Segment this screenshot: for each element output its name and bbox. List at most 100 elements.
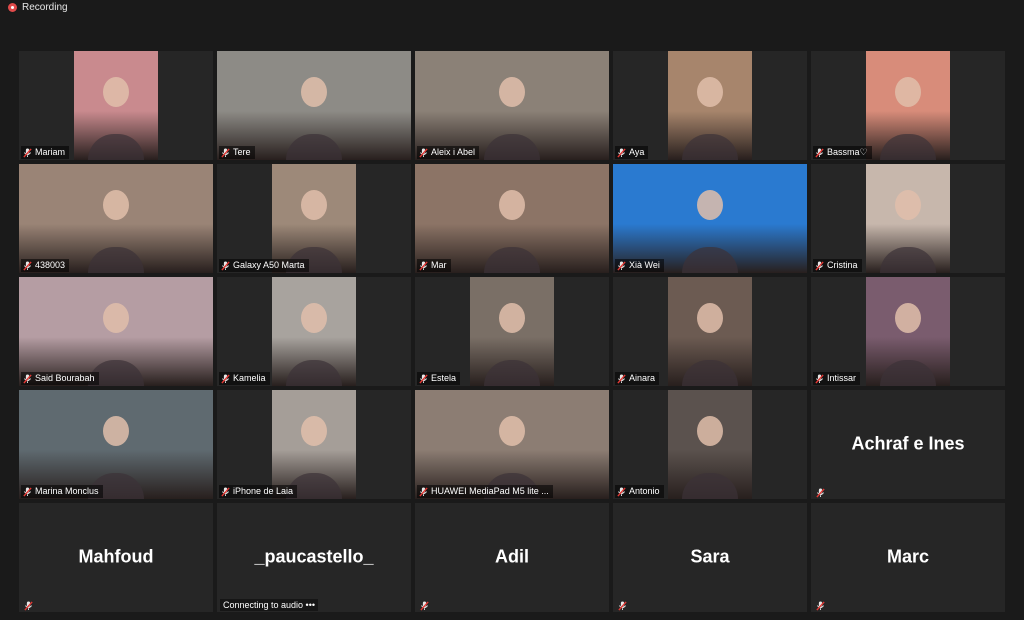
participant-shoulders (682, 360, 738, 386)
participant-silhouette (301, 416, 327, 447)
participant-video (272, 390, 356, 499)
participant-name: HUAWEI MediaPad M5 lite ... (431, 486, 549, 496)
participant-tile[interactable]: Achraf e Ines (811, 390, 1005, 499)
participant-shoulders (286, 360, 342, 386)
participant-tile[interactable]: 438003 (19, 164, 213, 273)
participant-silhouette (697, 303, 723, 334)
participant-tile[interactable]: Tere (217, 51, 411, 160)
participant-display-name: Adil (495, 545, 529, 566)
participant-shoulders (484, 134, 540, 160)
participant-tile[interactable]: Ainara (613, 277, 807, 386)
participant-name: 438003 (35, 260, 66, 270)
mic-muted-icon (618, 598, 627, 611)
participant-namebar: Aya (615, 146, 649, 159)
participant-tile[interactable]: Xià Wei (613, 164, 807, 273)
participant-tile[interactable]: iPhone de Laia (217, 390, 411, 499)
participant-namebar: Kamelia (219, 372, 270, 385)
participant-silhouette (103, 77, 129, 108)
participant-video (19, 390, 213, 499)
participant-shoulders (682, 473, 738, 499)
participant-tile[interactable]: Cristina (811, 164, 1005, 273)
participant-tile[interactable]: Sara (613, 503, 807, 612)
participant-silhouette (103, 190, 129, 221)
participant-tile[interactable]: Said Bourabah (19, 277, 213, 386)
audio-status: Connecting to audio ••• (220, 599, 319, 611)
participant-name: Aya (629, 147, 645, 157)
mic-muted-icon (221, 486, 230, 497)
mic-muted-icon (617, 147, 626, 158)
participant-shoulders (88, 134, 144, 160)
mic-muted-icon (420, 598, 429, 611)
participant-name: iPhone de Laia (233, 486, 294, 496)
participant-display-name: Mahfoud (78, 545, 154, 566)
participant-video (19, 164, 213, 273)
participant-silhouette (499, 77, 525, 108)
participant-namebar: Cristina (813, 259, 862, 272)
mic-muted-icon (23, 147, 32, 158)
participant-tile[interactable]: Bassma♡ (811, 51, 1005, 160)
participant-name: Kamelia (233, 373, 266, 383)
mic-muted-icon (617, 486, 626, 497)
participant-silhouette (895, 77, 921, 108)
participant-shoulders (484, 247, 540, 273)
participant-silhouette (895, 190, 921, 221)
participant-silhouette (301, 303, 327, 334)
participant-tile[interactable]: Intissar (811, 277, 1005, 386)
mic-muted-icon (221, 147, 230, 158)
participant-video (866, 277, 950, 386)
participant-shoulders (484, 360, 540, 386)
participant-silhouette (697, 190, 723, 221)
mic-muted-icon (419, 147, 428, 158)
participant-name: Xià Wei (629, 260, 660, 270)
participant-tile[interactable]: Marina Monclus (19, 390, 213, 499)
participant-namebar: Aleix i Abel (417, 146, 480, 159)
participant-shoulders (880, 360, 936, 386)
participant-tile[interactable]: Marc (811, 503, 1005, 612)
recording-icon (8, 2, 17, 12)
mic-muted-icon (419, 373, 428, 384)
participant-name: Aleix i Abel (431, 147, 476, 157)
participant-tile[interactable]: Mar (415, 164, 609, 273)
participant-display-name: Sara (690, 545, 730, 566)
participant-name: Cristina (827, 260, 858, 270)
mic-muted-icon (419, 260, 428, 271)
participant-tile[interactable]: Mariam (19, 51, 213, 160)
participant-video (217, 51, 411, 160)
participant-tile[interactable]: Kamelia (217, 277, 411, 386)
participant-tile[interactable]: Aya (613, 51, 807, 160)
participant-name: Estela (431, 373, 457, 383)
mic-muted-icon (815, 373, 824, 384)
mic-muted-icon (815, 260, 824, 271)
participant-namebar: HUAWEI MediaPad M5 lite ... (417, 485, 553, 498)
participant-video (272, 164, 356, 273)
participant-silhouette (499, 416, 525, 447)
participant-namebar: Intissar (813, 372, 861, 385)
participant-silhouette (103, 416, 129, 447)
mic-muted-icon (815, 147, 824, 158)
participant-tile[interactable]: HUAWEI MediaPad M5 lite ... (415, 390, 609, 499)
mic-muted-icon (617, 260, 626, 271)
participant-tile[interactable]: Antonio (613, 390, 807, 499)
participant-video (74, 51, 158, 160)
participant-tile[interactable]: _paucastello_ Connecting to audio ••• (217, 503, 411, 612)
participant-shoulders (880, 247, 936, 273)
participant-namebar: Said Bourabah (21, 372, 99, 385)
participant-tile[interactable]: Aleix i Abel (415, 51, 609, 160)
participant-name: Intissar (827, 373, 857, 383)
mic-muted-icon (617, 373, 626, 384)
participant-tile[interactable]: Mahfoud (19, 503, 213, 612)
participant-namebar: Marina Monclus (21, 485, 103, 498)
participant-display-name: Achraf e Ines (851, 432, 965, 453)
participant-shoulders (682, 134, 738, 160)
participant-shoulders (88, 247, 144, 273)
participant-tile[interactable]: Galaxy A50 Marta (217, 164, 411, 273)
mic-muted-icon (23, 486, 32, 497)
participant-shoulders (682, 247, 738, 273)
participant-video (470, 277, 554, 386)
participant-video (415, 51, 609, 160)
participant-tile[interactable]: Adil (415, 503, 609, 612)
participant-video (866, 51, 950, 160)
participant-tile[interactable]: Estela (415, 277, 609, 386)
participant-namebar: Estela (417, 372, 461, 385)
participant-namebar: Ainara (615, 372, 660, 385)
